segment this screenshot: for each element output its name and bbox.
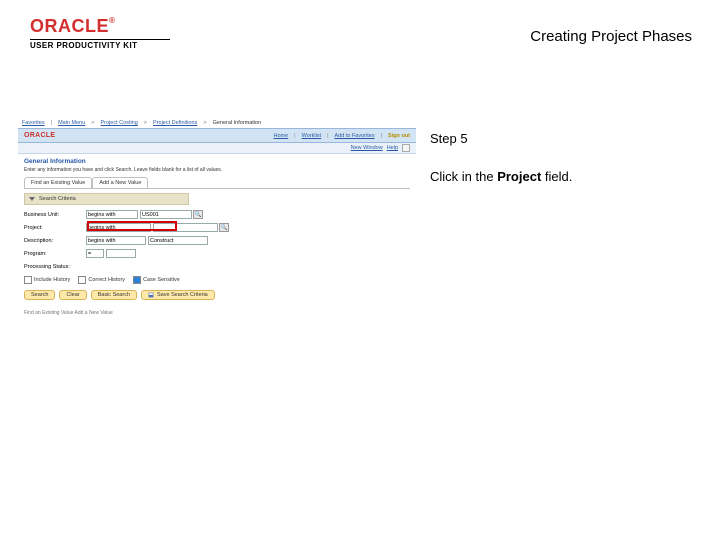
- logo-divider: [30, 39, 170, 40]
- crumb-project-costing[interactable]: Project Costing: [101, 120, 138, 126]
- oracle-logo: ORACLE®: [30, 16, 170, 37]
- op-program[interactable]: [86, 249, 104, 258]
- link-sign-out[interactable]: Sign out: [388, 133, 410, 139]
- app-screenshot: Favorites| Main Menu> Project Costing> P…: [18, 118, 416, 308]
- help-label[interactable]: Help: [387, 145, 398, 151]
- search-form: Business Unit: 🔍 Project: 🔍 Description:…: [24, 209, 410, 284]
- section-label: Search Criteria: [39, 196, 76, 202]
- collapse-icon: [29, 197, 35, 201]
- check-correct-history[interactable]: Correct History: [78, 276, 125, 284]
- input-description[interactable]: [148, 236, 208, 245]
- page-title: Creating Project Phases: [530, 28, 692, 45]
- app-subheader: ORACLE Home| Worklist| Add to Favorites|…: [18, 128, 416, 143]
- save-search-button[interactable]: Save Search Criteria: [141, 290, 215, 300]
- lookup-business-unit-icon[interactable]: 🔍: [193, 210, 203, 219]
- op-description[interactable]: [86, 236, 146, 245]
- tab-add-new[interactable]: Add a New Value: [92, 177, 148, 188]
- button-row: Search Clear Basic Search Save Search Cr…: [24, 290, 410, 300]
- check-include-history[interactable]: Include History: [24, 276, 70, 284]
- input-business-unit[interactable]: [140, 210, 192, 219]
- tab-bar: Find an Existing Value Add a New Value: [24, 177, 410, 188]
- footer-links[interactable]: Find an Existing Value Add a New Value: [24, 310, 410, 316]
- step-label: Step 5: [430, 130, 700, 148]
- lookup-project-icon[interactable]: 🔍: [219, 223, 229, 232]
- label-processing-status: Processing Status:: [24, 264, 96, 270]
- label-project: Project:: [24, 225, 86, 231]
- crumb-current: General Information: [213, 120, 262, 126]
- window-bar: New Window Help: [18, 143, 416, 154]
- section-search-criteria[interactable]: Search Criteria: [24, 193, 189, 205]
- link-add-favorites[interactable]: Add to Favorites: [335, 133, 375, 139]
- label-business-unit: Business Unit:: [24, 212, 86, 218]
- label-program: Program:: [24, 251, 86, 257]
- search-button[interactable]: Search: [24, 290, 55, 300]
- new-window-label[interactable]: New Window: [351, 145, 383, 151]
- input-project[interactable]: [153, 223, 218, 232]
- upk-subtitle: USER PRODUCTIVITY KIT: [30, 41, 170, 50]
- check-row: Include History Correct History Case Sen…: [24, 276, 410, 284]
- gi-subtitle: Enter any information you have and click…: [18, 167, 416, 177]
- gi-title: General Information: [18, 154, 416, 167]
- link-worklist[interactable]: Worklist: [302, 133, 321, 139]
- label-description: Description:: [24, 238, 86, 244]
- step-text: Click in the Project field.: [430, 168, 700, 186]
- clear-button[interactable]: Clear: [59, 290, 86, 300]
- breadcrumb: Favorites| Main Menu> Project Costing> P…: [18, 118, 416, 128]
- crumb-favorites[interactable]: Favorites: [22, 120, 45, 126]
- window-button[interactable]: [402, 144, 410, 152]
- crumb-main-menu[interactable]: Main Menu: [58, 120, 85, 126]
- tab-find-existing[interactable]: Find an Existing Value: [24, 177, 92, 188]
- brand-block: ORACLE® USER PRODUCTIVITY KIT: [30, 16, 170, 50]
- op-business-unit[interactable]: [86, 210, 138, 219]
- instruction-panel: Step 5 Click in the Project field.: [430, 130, 700, 186]
- op-project[interactable]: [86, 223, 151, 232]
- link-home[interactable]: Home: [274, 133, 289, 139]
- input-program[interactable]: [106, 249, 136, 258]
- check-case-sensitive[interactable]: Case Sensitive: [133, 276, 180, 284]
- crumb-project-definitions[interactable]: Project Definitions: [153, 120, 197, 126]
- app-oracle-logo: ORACLE: [24, 132, 55, 139]
- basic-search-button[interactable]: Basic Search: [91, 290, 137, 300]
- save-icon: [148, 292, 154, 298]
